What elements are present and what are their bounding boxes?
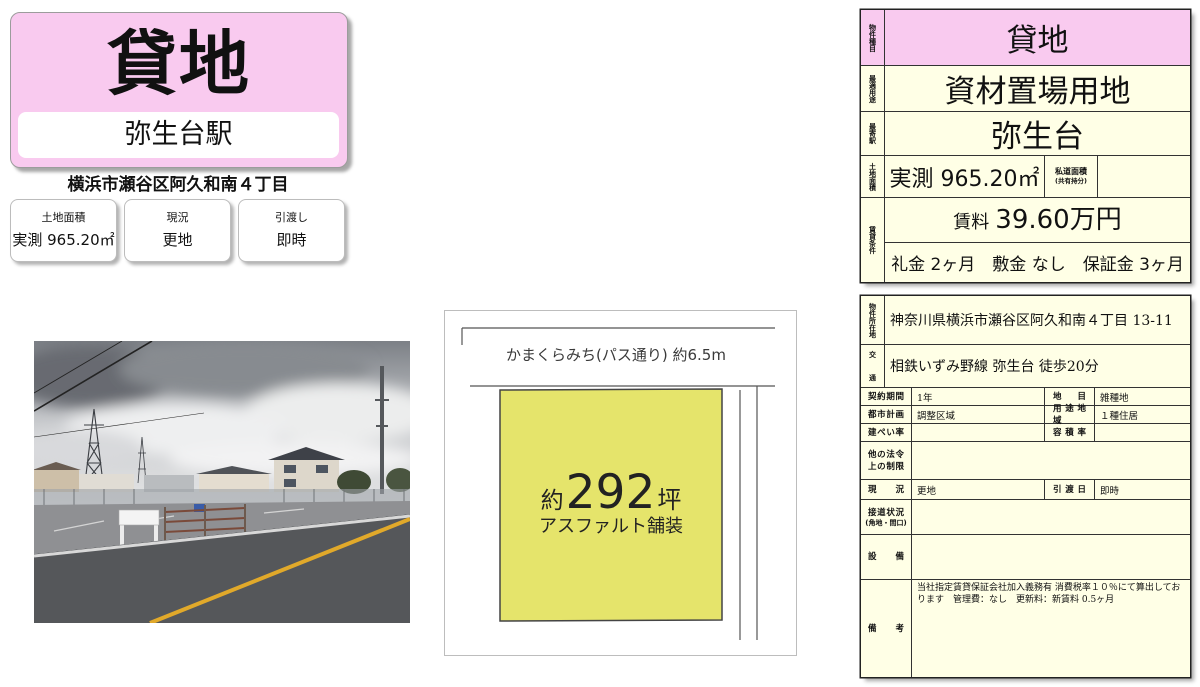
summary-card-value: 即時 — [276, 231, 307, 249]
station-cell: 弥生台 — [885, 112, 1190, 156]
best-use-cell: 資材置場用地 — [885, 66, 1190, 112]
row-label: 容積率 — [1053, 427, 1086, 438]
row-label-cell: 最寄駅 — [861, 112, 885, 156]
summary-card-label: 土地面積 — [41, 211, 86, 224]
private-road-value-cell — [1098, 156, 1190, 198]
row-label: 物件所在地 — [868, 302, 877, 338]
summary-card-handover: 引渡し 即時 — [238, 199, 345, 262]
row-label: 物件種目 — [868, 23, 877, 52]
land-area-cell: 実測 965.20㎡ — [885, 156, 1045, 198]
summary-card-area: 土地面積 実測 965.20㎡ — [10, 199, 117, 262]
title-card: 貸地 弥生台駅 — [10, 12, 348, 168]
road-label: かまくらみち(パス通り) 約6.5m — [506, 346, 726, 364]
nearest-station: 弥生台駅 — [18, 112, 339, 158]
row-label: 他の法令上の制限 — [868, 449, 904, 472]
station-name: 弥生台 — [991, 119, 1084, 155]
private-road-label-cell: 私道面積 (共有持分) — [1045, 156, 1098, 198]
facilities-value — [912, 535, 1190, 580]
best-use: 資材置場用地 — [944, 74, 1131, 110]
handover-value: 即時 — [1095, 480, 1190, 500]
property-type: 貸地 — [1006, 23, 1069, 59]
summary-card-label: 現況 — [166, 211, 189, 224]
road-access-value — [912, 500, 1190, 535]
summary-card-label: 引渡し — [275, 211, 308, 224]
row-label: 都市計画 — [868, 409, 904, 420]
summary-card-status: 現況 更地 — [124, 199, 231, 262]
rent-label: 賃料 — [953, 212, 990, 233]
row-label-cell: 契約期間 — [861, 388, 912, 406]
row-label: 用途地域 — [1053, 403, 1086, 426]
row-label-note: (角地・間口) — [865, 518, 907, 527]
listing-title: 貸地 — [107, 23, 251, 105]
address-heading: 横浜市瀬谷区阿久和南４丁目 — [67, 175, 289, 195]
contract-term-value: 1年 — [912, 388, 1045, 406]
summary-card-value: 実測 965.20㎡ — [12, 231, 115, 249]
detail-table: 物件所在地 神奈川県横浜市瀬谷区阿久和南４丁目 13-11 交通 相鉄いずみ野線… — [861, 296, 1190, 677]
row-label-cell: 接道状況 (角地・間口) — [861, 500, 912, 535]
row-label: 建ぺい率 — [868, 427, 904, 438]
deposit-terms: 礼金 2ヶ月 敷金 なし 保証金 3ヶ月 — [891, 255, 1184, 275]
row-label: 交通 — [868, 351, 877, 381]
property-type-cell: 貸地 — [885, 10, 1190, 66]
row-label-cell: 現況 — [861, 480, 912, 500]
row-label-cell: 物件種目 — [861, 10, 885, 66]
row-label-cell: 都市計画 — [861, 406, 912, 424]
row-label: 備考 — [868, 623, 904, 634]
current-status-value: 更地 — [912, 480, 1045, 500]
row-label: 現況 — [868, 484, 904, 495]
remarks-value: 当社指定賃貸保証会社加入義務有 消費税率１０％にて算出しております 管理費：なし… — [917, 583, 1181, 605]
row-label: 契約期間 — [868, 391, 904, 402]
row-label: 地目 — [1053, 391, 1086, 402]
regulations-value — [912, 442, 1190, 480]
row-label-cell: 土地面積 — [861, 156, 885, 198]
floor-area-ratio-value — [1095, 424, 1190, 442]
row-label: 設備 — [868, 552, 904, 562]
location-value: 神奈川県横浜市瀬谷区阿久和南４丁目 13-11 — [885, 296, 1190, 345]
row-label-cell: 引渡日 — [1045, 480, 1095, 500]
row-label: 最寄駅 — [868, 123, 877, 144]
land-area: 実測 965.20㎡ — [889, 166, 1040, 192]
access-value: 相鉄いずみ野線 弥生台 徒歩20分 — [885, 345, 1190, 388]
row-label-cell: 最適用途 — [861, 66, 885, 112]
summary-card-value: 更地 — [162, 231, 193, 249]
row-label-cell: 交通 — [861, 345, 885, 388]
deposit-terms-cell: 礼金 2ヶ月 敷金 なし 保証金 3ヶ月 — [885, 243, 1190, 282]
lot-surface: アスファルト舗装 — [539, 516, 683, 537]
site-photo — [34, 341, 410, 623]
row-label-cell: 建ぺい率 — [861, 424, 912, 442]
coverage-ratio-value — [912, 424, 1045, 442]
rent-value: 39.60万円 — [995, 205, 1122, 235]
row-label-cell: 他の法令上の制限 — [861, 442, 912, 480]
zoning-value: １種住居 — [1095, 406, 1190, 424]
rent-cell: 賃料 39.60万円 — [885, 198, 1190, 243]
row-label: 土地面積 — [868, 162, 877, 191]
summary-table: 物件種目 貸地 最適用途 資材置場用地 最寄駅 弥生台 土地面積 実測 965.… — [861, 10, 1190, 282]
row-label: 引渡日 — [1053, 484, 1086, 495]
private-road-note: (共有持分) — [1055, 177, 1087, 185]
row-label-cell: 物件所在地 — [861, 296, 885, 345]
row-label: 賃貸条件 — [868, 226, 877, 254]
city-planning-value: 調整区域 — [912, 406, 1045, 424]
row-label-cell: 用途地域 — [1045, 403, 1095, 426]
row-label-cell: 設備 — [861, 535, 912, 580]
lot-area-value: 292 — [565, 465, 656, 520]
private-road-label: 私道面積 — [1055, 167, 1087, 176]
row-label: 最適用途 — [868, 74, 877, 103]
row-label: 接道状況 — [868, 507, 904, 518]
row-label-cell: 賃貸条件 — [861, 198, 885, 282]
row-label-cell: 容積率 — [1045, 424, 1095, 442]
row-label-cell: 備考 — [861, 580, 912, 677]
land-category-value: 雑種地 — [1095, 388, 1190, 406]
